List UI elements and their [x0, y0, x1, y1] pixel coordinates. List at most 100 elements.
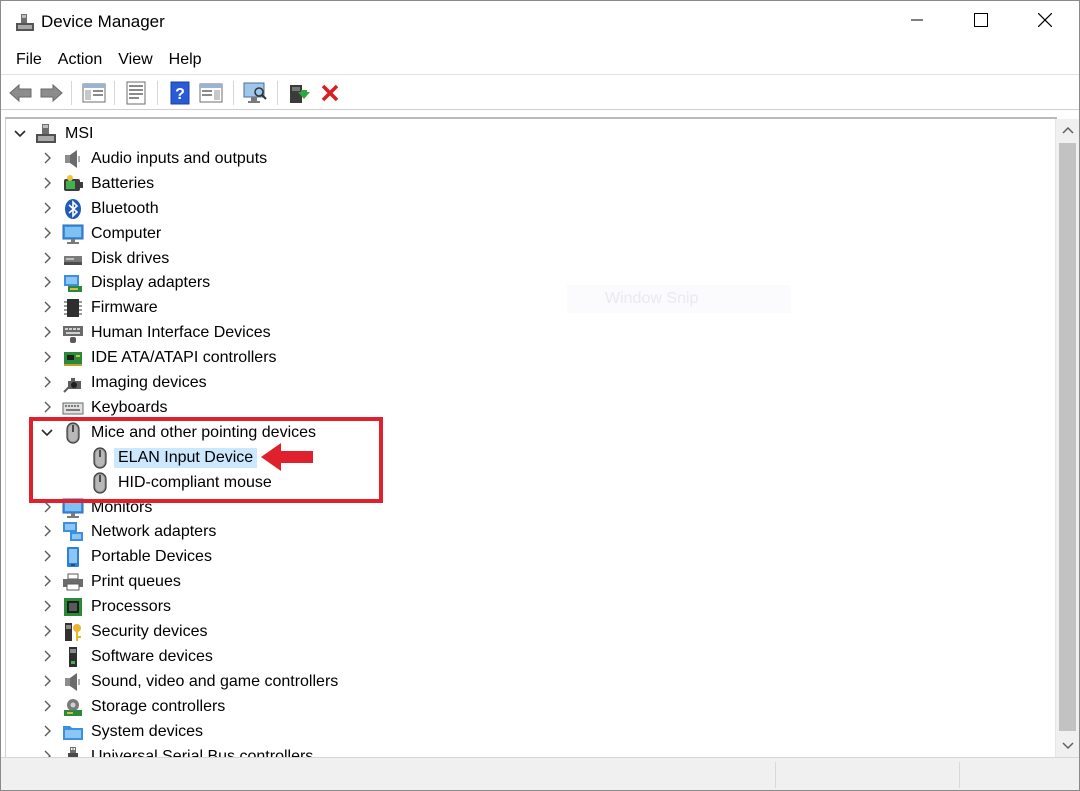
- tree-category-node[interactable]: Sound, video and game controllers: [6, 670, 1046, 694]
- chevron-right-icon[interactable]: [40, 649, 54, 663]
- tree-category-node[interactable]: Audio inputs and outputs: [6, 147, 1046, 171]
- maximize-button[interactable]: [949, 1, 1013, 39]
- scroll-up-button[interactable]: [1056, 119, 1080, 141]
- chevron-right-icon[interactable]: [40, 251, 54, 265]
- minimize-icon: [911, 19, 923, 21]
- chevron-right-icon[interactable]: [40, 275, 54, 289]
- tree-node-label: MSI: [65, 125, 94, 142]
- disk-drive-icon: [62, 248, 84, 270]
- chevron-right-icon[interactable]: [40, 699, 54, 713]
- svg-text:?: ?: [175, 86, 185, 103]
- annotation-arrow-icon: [261, 443, 313, 471]
- battery-icon: [62, 173, 84, 195]
- device-manager-window: Device Manager File Action View Help ? M…: [0, 0, 1080, 791]
- minimize-button[interactable]: [885, 1, 949, 39]
- vertical-scrollbar[interactable]: [1055, 119, 1079, 757]
- chevron-right-icon[interactable]: [40, 375, 54, 389]
- chevron-down-icon: [1062, 742, 1074, 750]
- tree-node-label: IDE ATA/ATAPI controllers: [91, 349, 277, 367]
- speaker-icon: [62, 148, 84, 170]
- device-manager-app-icon: [16, 14, 34, 31]
- tree-category-node[interactable]: Security devices: [6, 620, 1046, 644]
- chevron-down-icon[interactable]: [13, 126, 27, 140]
- uninstall-device-icon: [321, 84, 339, 102]
- tree-category-node[interactable]: Bluetooth: [6, 197, 1046, 221]
- chevron-right-icon[interactable]: [40, 176, 54, 190]
- chevron-right-icon[interactable]: [40, 724, 54, 738]
- chevron-right-icon[interactable]: [40, 226, 54, 240]
- menu-file[interactable]: File: [8, 47, 50, 73]
- menu-action[interactable]: Action: [50, 47, 110, 73]
- security-key-icon: [62, 621, 84, 643]
- chevron-right-icon[interactable]: [40, 400, 54, 414]
- tree-category-node[interactable]: Disk drives: [6, 247, 1046, 271]
- status-bar: [1, 757, 1079, 790]
- chevron-right-icon[interactable]: [40, 151, 54, 165]
- chevron-up-icon: [1062, 126, 1074, 134]
- usb-icon: [62, 746, 84, 757]
- ide-controller-icon: [62, 347, 84, 369]
- tree-node-label: System devices: [91, 722, 204, 740]
- tree-category-node[interactable]: System devices: [6, 720, 1046, 744]
- tree-node-label: Display adapters: [91, 274, 211, 292]
- tree-category-node[interactable]: Display adapters: [6, 271, 1046, 295]
- properties-button[interactable]: [122, 79, 150, 107]
- chevron-right-icon[interactable]: [40, 524, 54, 538]
- scroll-down-button[interactable]: [1056, 735, 1080, 757]
- tree-category-node[interactable]: IDE ATA/ATAPI controllers: [6, 346, 1046, 370]
- window-snip-overlay: Window Snip: [567, 285, 791, 313]
- chevron-right-icon[interactable]: [40, 574, 54, 588]
- help-button[interactable]: ?: [166, 79, 194, 107]
- toolbar: ?: [1, 74, 1079, 110]
- tree-node-label: Security devices: [91, 623, 208, 640]
- tree-category-node[interactable]: Network adapters: [6, 520, 1046, 544]
- tree-category-node[interactable]: Print queues: [6, 570, 1046, 594]
- chevron-right-icon[interactable]: [40, 674, 54, 688]
- network-icon: [62, 521, 84, 543]
- tree-category-node[interactable]: Processors: [6, 595, 1046, 619]
- chevron-right-icon[interactable]: [40, 624, 54, 638]
- title-bar[interactable]: Device Manager: [1, 1, 1079, 43]
- tree-node-label: Software devices: [91, 647, 213, 665]
- menu-help[interactable]: Help: [161, 47, 210, 73]
- close-button[interactable]: [1013, 1, 1077, 39]
- action-pane-button[interactable]: [197, 79, 225, 107]
- action-pane-icon: [199, 83, 223, 103]
- chevron-right-icon[interactable]: [40, 300, 54, 314]
- display-adapter-icon: [62, 272, 84, 294]
- chevron-right-icon[interactable]: [40, 350, 54, 364]
- close-icon: [1038, 13, 1052, 27]
- tree-node-label: Firmware: [91, 299, 158, 317]
- tree-category-node[interactable]: Portable Devices: [6, 545, 1046, 569]
- back-button[interactable]: [7, 79, 35, 107]
- tree-category-node[interactable]: Storage controllers: [6, 695, 1046, 719]
- tree-category-node[interactable]: Batteries: [6, 172, 1046, 196]
- back-arrow-icon: [9, 83, 32, 103]
- update-driver-button[interactable]: [285, 79, 313, 107]
- tree-category-node[interactable]: Software devices: [6, 645, 1046, 669]
- forward-button[interactable]: [37, 79, 65, 107]
- tree-node-label: Portable Devices: [91, 548, 212, 566]
- tree-category-node[interactable]: Firmware: [6, 296, 1046, 320]
- chevron-right-icon[interactable]: [40, 325, 54, 339]
- camera-icon: [62, 372, 84, 394]
- tree-root-node[interactable]: MSI: [6, 122, 1046, 146]
- tree-category-node[interactable]: Universal Serial Bus controllers: [6, 745, 1046, 758]
- maximize-icon: [974, 13, 988, 27]
- show-hide-console-tree-button[interactable]: [80, 79, 108, 107]
- computer-root-icon: [35, 123, 57, 145]
- chevron-right-icon[interactable]: [40, 549, 54, 563]
- tree-node-label: Batteries: [91, 174, 155, 192]
- scrollbar-thumb[interactable]: [1059, 143, 1076, 731]
- portable-device-icon: [62, 546, 84, 568]
- chevron-right-icon[interactable]: [40, 749, 54, 758]
- chevron-right-icon[interactable]: [40, 201, 54, 215]
- uninstall-device-button[interactable]: [316, 79, 344, 107]
- tree-category-node[interactable]: Imaging devices: [6, 371, 1046, 395]
- menu-view[interactable]: View: [110, 47, 160, 73]
- chevron-right-icon[interactable]: [40, 599, 54, 613]
- annotation-highlight-box: [29, 417, 383, 503]
- scan-hardware-button[interactable]: [241, 79, 269, 107]
- tree-category-node[interactable]: Computer: [6, 222, 1046, 246]
- tree-category-node[interactable]: Human Interface Devices: [6, 321, 1046, 345]
